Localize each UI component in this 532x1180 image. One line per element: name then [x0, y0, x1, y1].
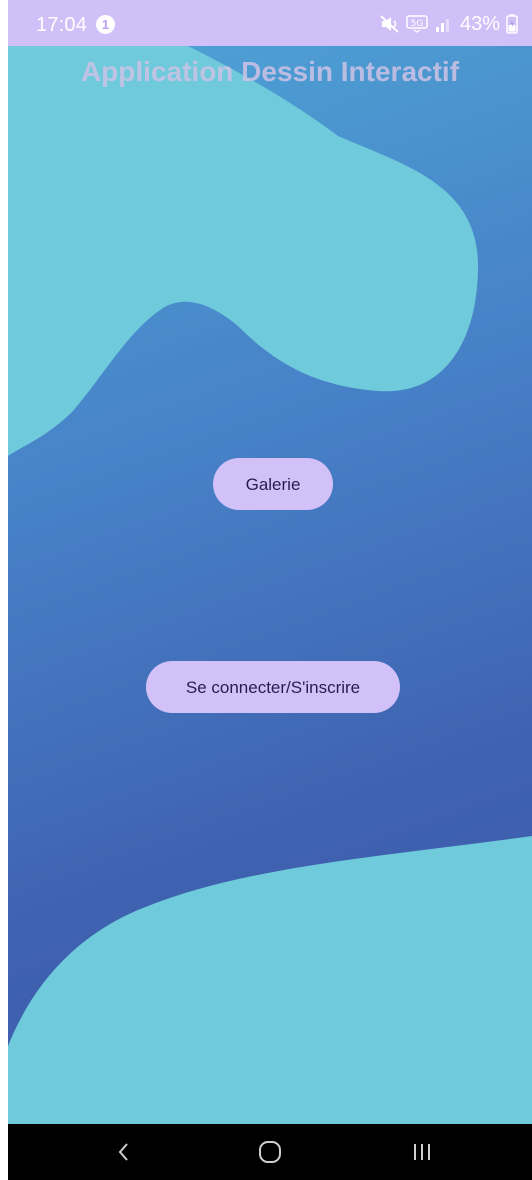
- signal-icon: [434, 15, 454, 33]
- network-label: 5G: [411, 19, 424, 29]
- status-icons: 5G 43%: [380, 13, 518, 35]
- nav-recent-apps-button[interactable]: [382, 1124, 462, 1180]
- battery-icon: [506, 14, 518, 34]
- phone-screen: 17:04 1 5G 43% Application Dessin Intera…: [8, 0, 532, 1180]
- back-icon: [118, 1143, 128, 1161]
- navigation-bar: [8, 1124, 532, 1180]
- nav-home-button[interactable]: [230, 1124, 310, 1180]
- notification-badge: 1: [96, 15, 115, 34]
- nav-back-button[interactable]: [84, 1124, 164, 1180]
- main-content: Application Dessin Interactif Galerie Se…: [8, 46, 532, 1124]
- app-title: Application Dessin Interactif: [80, 56, 460, 87]
- top-wave-blob: [8, 46, 532, 456]
- gallery-button[interactable]: Galerie: [213, 458, 333, 510]
- status-bar: 17:04 1 5G 43%: [8, 0, 532, 46]
- home-icon: [259, 1141, 281, 1163]
- status-time: 17:04: [36, 14, 88, 36]
- login-signup-button[interactable]: Se connecter/S'inscrire: [146, 661, 400, 713]
- recent-apps-icon: [414, 1144, 430, 1160]
- bottom-wave-blob: [8, 836, 532, 1124]
- background-waves: [8, 46, 532, 1124]
- mute-icon: [380, 15, 400, 33]
- network-5g-icon: 5G: [406, 15, 428, 33]
- battery-percent: 43%: [459, 12, 500, 35]
